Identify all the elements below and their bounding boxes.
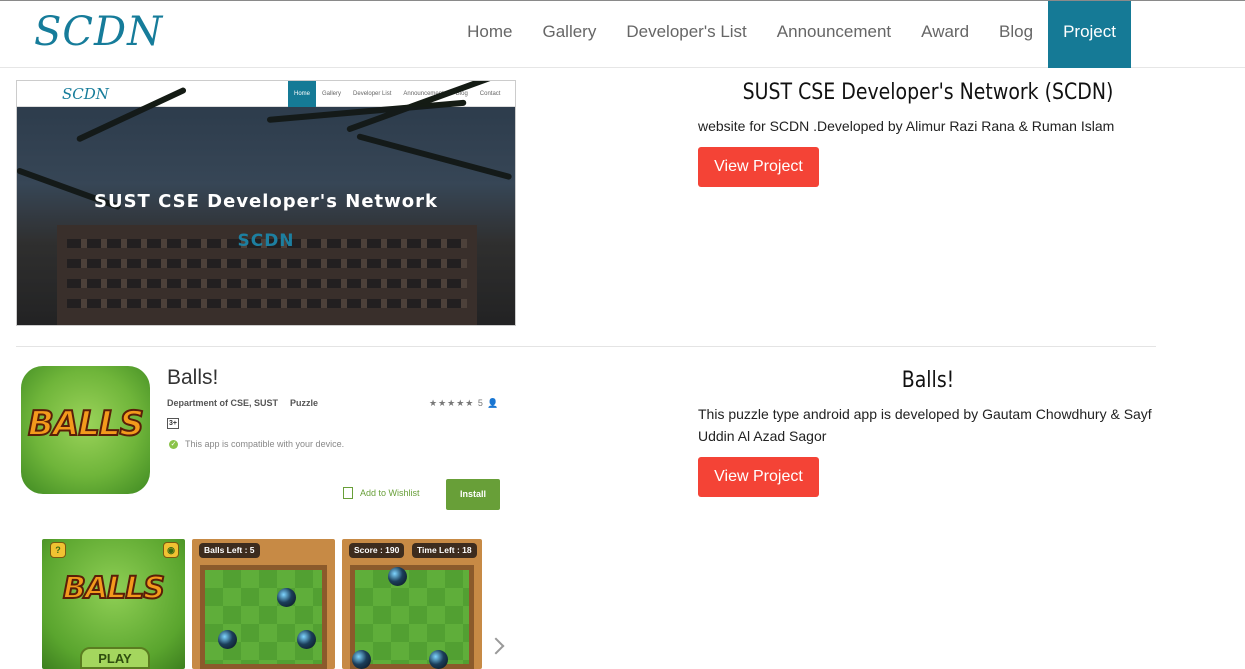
chevron-right-icon[interactable]	[487, 637, 505, 655]
score-label: Score : 190	[349, 543, 405, 558]
app-screenshot-3[interactable]: Score : 190 Time Left : 18	[342, 539, 482, 669]
sound-icon: ◉	[163, 542, 179, 558]
content-rating-badge: 3+	[167, 418, 179, 429]
nav-blog[interactable]: Blog	[984, 1, 1048, 68]
app-icon-balls: BALLS	[21, 366, 150, 494]
preview-hero-subtitle: SCDN	[237, 231, 295, 251]
store-developer[interactable]: Department of CSE, SUST	[167, 398, 278, 408]
nav-announcement[interactable]: Announcement	[762, 1, 906, 68]
view-project-button-scdn[interactable]: View Project	[698, 147, 819, 187]
rating-count: 5	[477, 398, 484, 408]
star-rating-icon: ★★★★★	[429, 398, 475, 408]
nav-gallery[interactable]: Gallery	[528, 1, 612, 68]
check-icon: ✓	[169, 439, 178, 449]
store-rating: ★★★★★ 5 👤	[429, 398, 500, 409]
navbar: SCDN Home Gallery Developer's List Annou…	[0, 0, 1245, 68]
bookmark-icon	[343, 487, 353, 499]
preview-nav-gallery: Gallery	[322, 91, 342, 97]
balls-left-label: Balls Left : 5	[199, 543, 260, 558]
app-icon-logo: BALLS	[27, 403, 145, 445]
help-icon: ?	[50, 542, 66, 558]
store-category[interactable]: Puzzle	[290, 398, 318, 408]
view-project-button-balls[interactable]: View Project	[698, 457, 819, 497]
preview-nav-home: Home	[288, 81, 317, 107]
site-logo[interactable]: SCDN	[34, 9, 163, 55]
project-description-balls: This puzzle type android app is develope…	[698, 406, 1152, 444]
project-title-scdn: SUST CSE Developer's Network (SCDN)	[742, 80, 1114, 105]
compatibility-notice: ✓ This app is compatible with your devic…	[169, 439, 344, 449]
game-board	[200, 565, 327, 669]
nav-developers-list[interactable]: Developer's List	[611, 1, 761, 68]
play-button-graphic: PLAY	[80, 647, 150, 669]
main-nav: Home Gallery Developer's List Announceme…	[452, 1, 1131, 68]
screenshot-logo: BALLS	[62, 570, 166, 607]
add-to-wishlist-button[interactable]: Add to Wishlist	[343, 487, 420, 499]
wishlist-label: Add to Wishlist	[360, 488, 420, 498]
project-description-scdn: website for SCDN .Developed by Alimur Ra…	[698, 118, 1115, 134]
time-left-label: Time Left : 18	[412, 543, 477, 558]
nav-award[interactable]: Award	[906, 1, 984, 68]
install-button[interactable]: Install	[446, 479, 500, 510]
project-title-balls: Balls!	[901, 368, 955, 393]
compatibility-text: This app is compatible with your device.	[185, 439, 345, 449]
project-divider	[16, 346, 1156, 347]
project-preview-scdn: SCDN Home Gallery Developer List Announc…	[16, 80, 516, 326]
game-board	[350, 565, 474, 669]
preview-hero-title: SUST CSE Developer's Network	[94, 191, 438, 212]
store-developer-line: Department of CSE, SUST Puzzle	[167, 398, 318, 408]
store-app-name: Balls!	[167, 366, 219, 389]
nav-project[interactable]: Project	[1048, 1, 1131, 68]
preview-nav-developer-list: Developer List	[353, 91, 392, 97]
app-screenshot-2[interactable]: Balls Left : 5	[192, 539, 335, 669]
preview-logo: SCDN	[62, 85, 109, 103]
nav-home[interactable]: Home	[452, 1, 527, 68]
person-icon: 👤	[487, 398, 500, 408]
preview-hero-image: SUST CSE Developer's Network SCDN	[17, 81, 515, 325]
app-screenshot-1[interactable]: ? ◉ BALLS PLAY	[42, 539, 185, 669]
